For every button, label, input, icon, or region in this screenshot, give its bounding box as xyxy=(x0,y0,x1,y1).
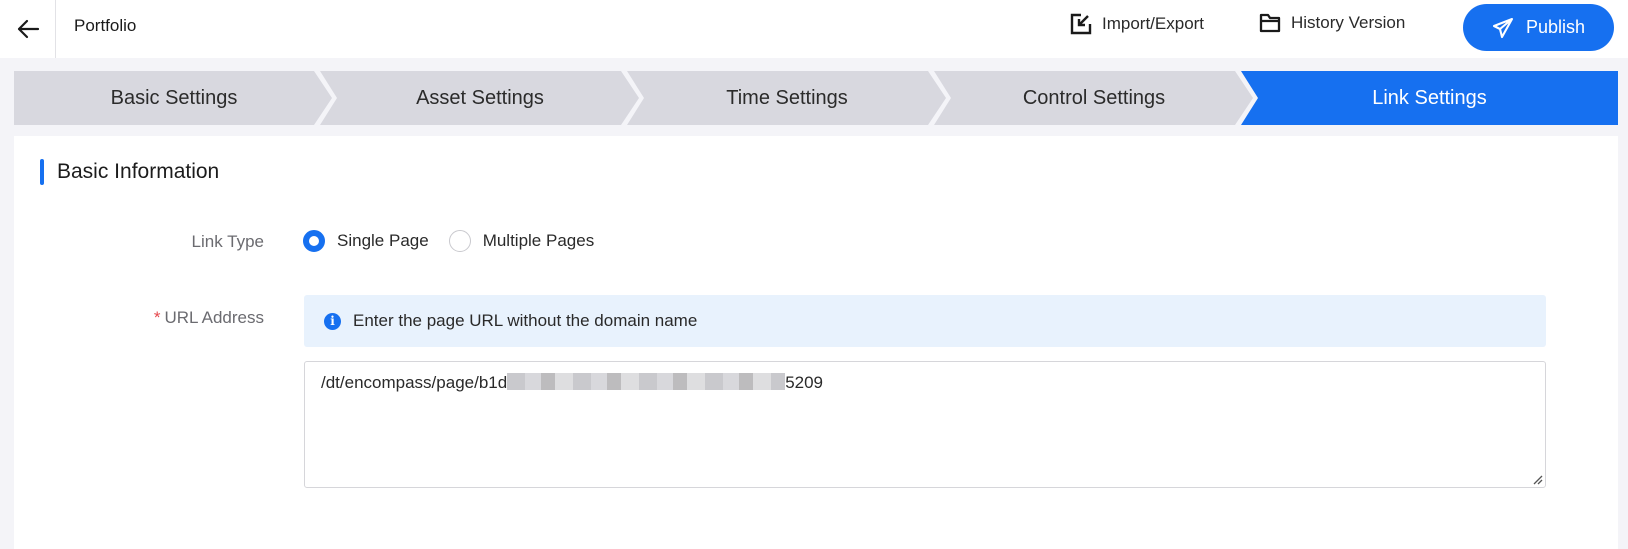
step-label: Control Settings xyxy=(1022,86,1166,109)
step-time-settings[interactable]: Time Settings xyxy=(627,71,947,125)
history-version-label: History Version xyxy=(1291,13,1406,32)
page-title: Portfolio xyxy=(74,16,137,35)
import-export-label: Import/Export xyxy=(1102,14,1205,33)
url-info-alert: i Enter the page URL without the domain … xyxy=(304,295,1546,347)
step-label: Time Settings xyxy=(726,86,848,109)
radio-checked-icon xyxy=(303,230,325,252)
required-mark: * xyxy=(153,308,161,327)
link-type-radio-group: Single Page Multiple Pages xyxy=(303,230,614,252)
step-control-settings[interactable]: Control Settings xyxy=(934,71,1254,125)
section-title: Basic Information xyxy=(57,160,220,183)
resize-handle-icon[interactable] xyxy=(1531,473,1543,485)
step-asset-settings[interactable]: Asset Settings xyxy=(320,71,640,125)
send-icon xyxy=(1492,17,1514,38)
step-label: Asset Settings xyxy=(416,86,544,109)
settings-card: Basic Information Link Type Single Page … xyxy=(14,136,1618,549)
url-value-suffix: 5209 xyxy=(785,373,824,392)
step-label: Link Settings xyxy=(1372,86,1487,109)
step-navigation: Basic Settings Asset Settings Time Setti… xyxy=(14,71,1618,125)
folder-icon xyxy=(1259,13,1281,33)
back-button[interactable] xyxy=(0,0,56,58)
radio-label: Single Page xyxy=(337,231,429,250)
step-basic-settings[interactable]: Basic Settings xyxy=(14,71,334,125)
info-text: Enter the page URL without the domain na… xyxy=(353,311,698,330)
radio-multiple-pages[interactable]: Multiple Pages xyxy=(448,230,595,252)
import-export-icon xyxy=(1070,13,1092,35)
url-address-label-text: URL Address xyxy=(164,308,264,327)
radio-unchecked-icon xyxy=(448,230,471,252)
arrow-left-icon xyxy=(17,19,39,39)
publish-button[interactable]: Publish xyxy=(1463,4,1614,51)
url-address-label: * URL Address xyxy=(154,308,264,328)
url-value-prefix: /dt/encompass/page/b1d xyxy=(321,373,508,392)
top-bar: Portfolio Import/Export History Version … xyxy=(0,0,1628,58)
section-accent-bar xyxy=(40,159,44,185)
step-link-settings[interactable]: Link Settings xyxy=(1241,71,1618,125)
url-address-textarea[interactable]: /dt/encompass/page/b1d 5209 xyxy=(304,361,1546,488)
link-type-label: Link Type xyxy=(191,232,264,251)
radio-label: Multiple Pages xyxy=(482,231,595,250)
import-export-button[interactable]: Import/Export xyxy=(1070,13,1204,35)
publish-label: Publish xyxy=(1525,17,1586,37)
radio-single-page[interactable]: Single Page xyxy=(303,230,429,252)
step-label: Basic Settings xyxy=(110,86,238,109)
redacted-block xyxy=(507,373,786,390)
history-version-button[interactable]: History Version xyxy=(1259,13,1405,33)
info-icon: i xyxy=(324,312,341,330)
